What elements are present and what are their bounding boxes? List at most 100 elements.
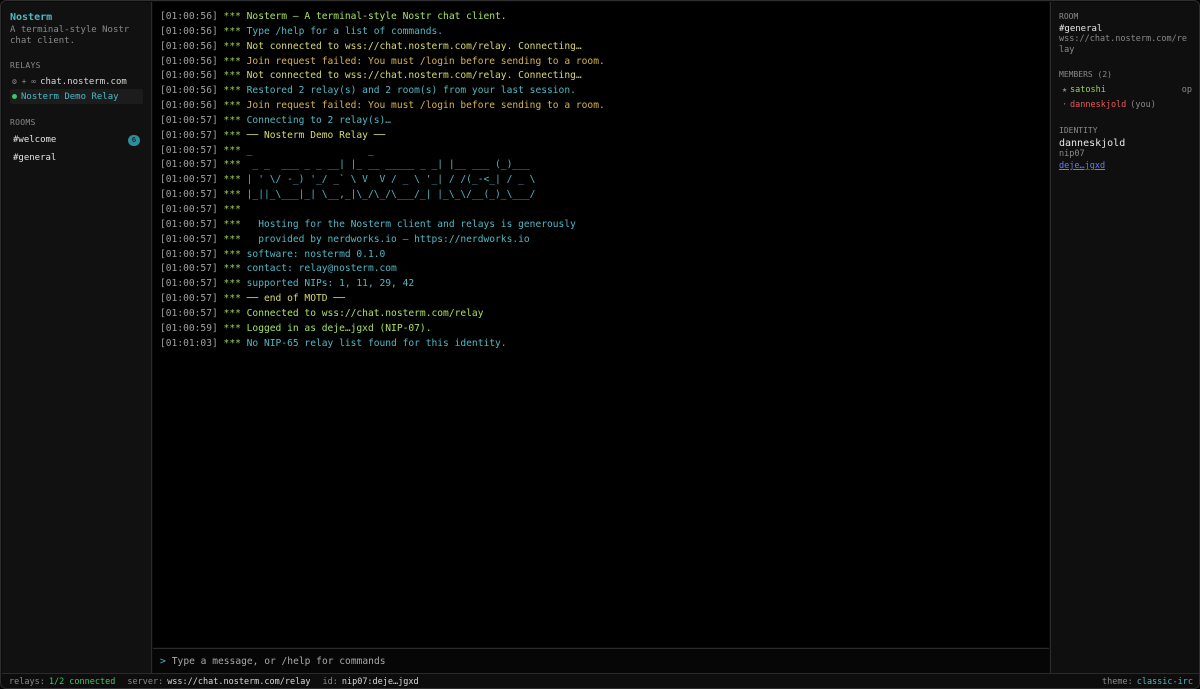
log-prefix: *** [223,174,241,186]
log-line: [01:00:57] *** contact: relay@nosterm.co… [160,262,1041,277]
log-timestamp: [01:00:57] [160,203,218,215]
log-message: | ' \/ -_) '_/ _` \ V V / _ \ '_| / /(_-… [246,174,536,186]
identity-pubkey-link[interactable]: deje…jgxd [1059,161,1105,171]
op-star-icon: ★ [1062,84,1068,95]
log-message: No NIP-65 relay list found for this iden… [246,337,507,349]
id-value: nip07:deje…jgxd [341,676,419,687]
log-timestamp: [01:00:57] [160,263,218,275]
log-line: [01:00:57] *** Hosting for the Nosterm c… [160,218,1041,233]
log-line: [01:00:56] *** Restored 2 relay(s) and 2… [160,84,1041,99]
member-bullet-icon: · [1062,99,1068,110]
log-timestamp: [01:00:57] [160,278,218,290]
relay-status-icons: ⚙ + ∞ [12,77,37,86]
log-line: [01:00:57] *** [160,203,1041,218]
log-message: supported NIPs: 1, 11, 29, 42 [246,278,415,290]
log-prefix: *** [223,55,241,67]
app-window: Nosterm A terminal-style Nostr chat clie… [0,0,1200,689]
log-prefix: *** [223,114,241,126]
theme-label: theme: [1101,676,1133,687]
log-timestamp: [01:00:57] [160,144,218,156]
relay-item-demo-relay[interactable]: Nosterm Demo Relay [10,89,143,104]
member-name: satoshi [1070,84,1106,95]
room-info: ROOM #general wss://chat.nosterm.com/rel… [1059,12,1192,56]
server-label: server: [127,676,164,687]
rooms-heading: ROOMS [10,118,36,127]
log-prefix: *** [223,337,241,349]
relay-item-chat-nosterm[interactable]: ⚙ + ∞ chat.nosterm.com [10,74,143,89]
left-sidebar: Nosterm A terminal-style Nostr chat clie… [2,2,152,673]
log-timestamp: [01:00:57] [160,129,218,141]
message-input[interactable] [171,655,1032,667]
log-prefix: *** [223,40,241,52]
composer: > [153,648,1049,673]
room-item-general[interactable]: #general [10,149,143,167]
log-prefix: *** [223,203,241,215]
room-name: #general [1059,24,1103,34]
log-message: Nosterm — A terminal-style Nostr chat cl… [246,11,507,22]
log-timestamp: [01:00:56] [160,25,218,37]
log-line: [01:00:57] *** provided by nerdworks.io … [160,233,1041,248]
members-heading: MEMBERS (2) [1059,70,1112,79]
log-line: [01:00:57] *** supported NIPs: 1, 11, 29… [160,277,1041,292]
room-heading: ROOM [1059,12,1079,21]
log-message: Restored 2 relay(s) and 2 room(s) from y… [246,85,576,97]
server-value: wss://chat.nosterm.com/relay [167,676,311,687]
log-line: [01:00:56] *** Join request failed: You … [160,55,1041,70]
log-prefix: *** [223,159,241,171]
room-name: #welcome [13,135,57,145]
connected-dot-icon [12,94,17,99]
log-prefix: *** [223,322,241,334]
log-timestamp: [01:00:56] [160,55,218,67]
right-panel: ROOM #general wss://chat.nosterm.com/rel… [1050,2,1199,673]
log-timestamp: [01:00:56] [160,11,218,22]
app-subtitle: A terminal-style Nostr chat client. [10,25,130,46]
log-message: ── Nosterm Demo Relay ── [246,129,386,141]
log-line: [01:00:57] *** Connecting to 2 relay(s)… [160,114,1041,129]
member-item-satoshi[interactable]: ★ satoshi op [1059,82,1192,97]
log-line: [01:00:57] *** _ _ ___ _ _ __| |_ __ ___… [160,158,1041,173]
identity-name: danneskjold [1059,138,1126,149]
log-message: |_||_\___|_| \__,_|\_/\_/\___/_| |_\_\/_… [246,189,536,201]
message-log[interactable]: [01:00:56] *** Nosterm — A terminal-styl… [153,2,1049,647]
log-message: Not connected to wss://chat.nosterm.com/… [246,70,582,82]
log-prefix: *** [223,25,241,37]
log-prefix: *** [223,85,241,97]
member-role: op [1181,84,1192,95]
log-timestamp: [01:00:56] [160,85,218,97]
log-message: Not connected to wss://chat.nosterm.com/… [246,40,582,52]
room-item-welcome[interactable]: #welcome 6 [10,131,143,149]
log-prefix: *** [223,278,241,290]
relays-status-label: relays: [9,676,45,687]
members-info: MEMBERS (2) ★ satoshi op · danneskjold (… [1059,70,1192,112]
member-you-tag: (you) [1130,99,1156,110]
log-line: [01:00:56] *** Nosterm — A terminal-styl… [160,10,1041,25]
member-item-danneskjold[interactable]: · danneskjold (you) [1059,97,1192,112]
log-line: [01:00:57] *** ── Nosterm Demo Relay ── [160,129,1041,144]
log-prefix: *** [223,263,241,275]
room-relay-url: wss://chat.nosterm.com/relay [1059,34,1187,55]
prompt-caret-icon: > [160,655,166,667]
log-line: [01:00:56] *** Type /help for a list of … [160,25,1041,40]
log-message: Join request failed: You must /login bef… [246,100,605,112]
log-timestamp: [01:00:59] [160,322,218,334]
theme-indicator[interactable]: theme: classic-irc [1102,677,1193,687]
log-line: [01:01:03] *** No NIP-65 relay list foun… [160,337,1041,352]
log-line: [01:00:56] *** Not connected to wss://ch… [160,69,1041,84]
identity-heading: IDENTITY [1059,126,1098,135]
log-timestamp: [01:00:57] [160,189,218,201]
log-line: [01:00:57] *** |_||_\___|_| \__,_|\_/\_/… [160,188,1041,203]
theme-value: classic-irc [1136,676,1193,687]
log-timestamp: [01:00:56] [160,70,218,82]
log-timestamp: [01:00:57] [160,174,218,186]
id-label: id: [322,676,338,687]
log-line: [01:00:57] *** Connected to wss://chat.n… [160,307,1041,322]
log-prefix: *** [223,218,241,230]
log-message: Connected to wss://chat.nosterm.com/rela… [246,307,484,319]
log-line: [01:00:56] *** Not connected to wss://ch… [160,40,1041,55]
log-message: Type /help for a list of commands. [246,25,444,37]
log-prefix: *** [223,70,241,82]
log-line: [01:00:59] *** Logged in as deje…jgxd (N… [160,322,1041,337]
log-prefix: *** [223,293,241,305]
log-message: software: nostermd 0.1.0 [246,248,386,260]
relays-heading: RELAYS [10,61,41,70]
